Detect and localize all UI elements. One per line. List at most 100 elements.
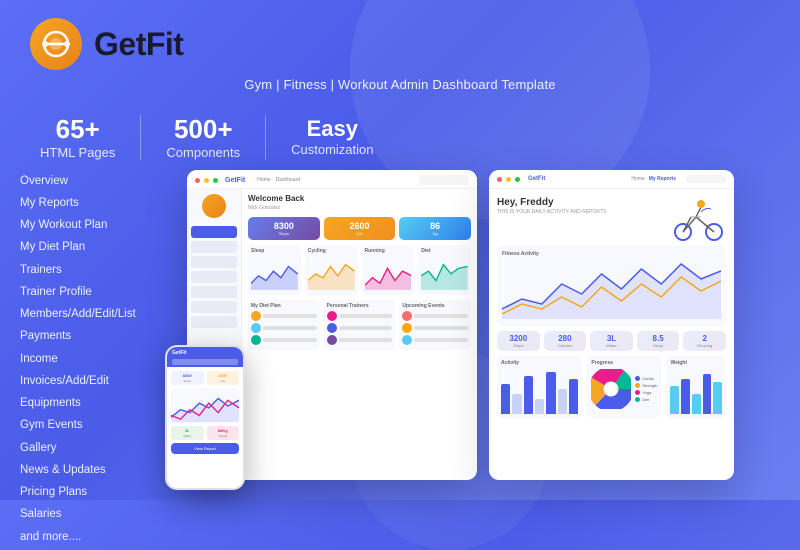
mobile-chart-svg bbox=[171, 388, 239, 423]
mockup-sidebar-item-5 bbox=[191, 301, 237, 313]
nav-pricing-plans[interactable]: Pricing Plans bbox=[20, 482, 175, 504]
diet-avatar-2 bbox=[251, 323, 261, 333]
mobile-mockup: GetFit 8300Steps 2600Cal 3LWater 86KgWei… bbox=[165, 345, 245, 490]
quick-stat-calories-lbl: Calories bbox=[548, 343, 583, 348]
trainer-avatar-1 bbox=[327, 311, 337, 321]
trainer-text-1 bbox=[339, 314, 393, 318]
mockup-main-content: Welcome Back Nick Gonzalez 8300 Steps 26… bbox=[242, 189, 477, 477]
nav-gallery[interactable]: Gallery bbox=[20, 437, 175, 459]
bar-4 bbox=[535, 399, 544, 414]
nav-more[interactable]: and more.... bbox=[20, 526, 175, 548]
dashboard-mockup-right: GetFit Home My Reports Hey, Freddy THIS … bbox=[489, 170, 734, 480]
event-text-1 bbox=[414, 314, 468, 318]
right-nav: Home My Reports bbox=[631, 176, 676, 182]
big-line-svg bbox=[502, 259, 721, 319]
diet-text-1 bbox=[263, 314, 317, 318]
window-maximize-dot bbox=[213, 178, 218, 183]
nav-workout-plan[interactable]: My Workout Plan bbox=[20, 215, 175, 237]
quick-stat-sleep: 8.5 Sleep bbox=[637, 331, 680, 351]
weight-bar-2 bbox=[681, 379, 690, 414]
pie-container: Cardio Strength Yoga bbox=[591, 369, 657, 409]
window-close-dot bbox=[195, 178, 200, 183]
nav-diet-plan[interactable]: My Diet Plan bbox=[20, 237, 175, 259]
quick-stat-sleep-num: 8.5 bbox=[641, 334, 676, 343]
weight-bar-5 bbox=[713, 382, 722, 414]
mockup-table-trainer-row-3 bbox=[327, 335, 393, 345]
nav-trainer-profile[interactable]: Trainer Profile bbox=[20, 281, 175, 303]
weight-bar-1 bbox=[670, 386, 679, 414]
mockup-stat-lbl-3: Kg bbox=[433, 231, 438, 236]
nav-trainers[interactable]: Trainers bbox=[20, 259, 175, 281]
nav-payments[interactable]: Payments bbox=[20, 326, 175, 348]
mobile-chart bbox=[171, 388, 239, 423]
mockup-search bbox=[419, 175, 469, 185]
mockup-table-trainers: Personal Trainers bbox=[324, 300, 396, 350]
right-search bbox=[686, 175, 726, 183]
mockup-table-trainers-title: Personal Trainers bbox=[327, 303, 393, 309]
right-greeting: Hey, Freddy bbox=[497, 197, 606, 208]
weight-bar-4 bbox=[703, 374, 712, 414]
nav-equipments[interactable]: Equipments bbox=[20, 393, 175, 415]
nav-news-updates[interactable]: News & Updates bbox=[20, 459, 175, 481]
mockup-logo: GetFit bbox=[225, 177, 245, 184]
nav-salaries[interactable]: Salaries bbox=[20, 504, 175, 526]
quick-stat-running-num: 2 bbox=[687, 334, 722, 343]
mockup-nav-dashboard: Dashboard bbox=[276, 177, 300, 183]
mockup-table-trainer-row-2 bbox=[327, 323, 393, 333]
mobile-stat-1: 8300Steps bbox=[171, 371, 204, 385]
right-nav-home: Home bbox=[631, 176, 644, 182]
nav-income[interactable]: Income bbox=[20, 348, 175, 370]
big-line-chart: Fitness Activity bbox=[497, 246, 726, 326]
mobile-nav-bar bbox=[172, 359, 238, 365]
diet-text-3 bbox=[263, 338, 317, 342]
mockup-table-diet: My Diet Plan bbox=[248, 300, 320, 350]
mockup-stat-lbl-1: Steps bbox=[279, 231, 289, 236]
event-text-3 bbox=[414, 338, 468, 342]
mockup-chart-cycling: Cycling bbox=[305, 245, 358, 295]
pages-label: HTML Pages bbox=[40, 145, 115, 160]
right-greeting-block: Hey, Freddy THIS IS YOUR DAILY ACTIVITY … bbox=[497, 197, 606, 221]
mockup-table-diet-row-2 bbox=[251, 323, 317, 333]
mockup-table-trainer-row-1 bbox=[327, 311, 393, 321]
trainer-text-3 bbox=[339, 338, 393, 342]
nav-members[interactable]: Members/Add/Edit/List bbox=[20, 304, 175, 326]
window-minimize-dot bbox=[204, 178, 209, 183]
mockup-chart-cycling-title: Cycling bbox=[308, 248, 355, 254]
mockup-stat-num-1: 8300 bbox=[274, 221, 294, 231]
right-mockup-body: Hey, Freddy THIS IS YOUR DAILY ACTIVITY … bbox=[489, 189, 734, 477]
quick-stat-sleep-lbl: Sleep bbox=[641, 343, 676, 348]
mockup-sidebar-active bbox=[191, 226, 237, 238]
trainer-avatar-3 bbox=[327, 335, 337, 345]
right-date: THIS IS YOUR DAILY ACTIVITY AND REPORTS bbox=[497, 209, 606, 215]
quick-stat-calories-num: 280 bbox=[548, 334, 583, 343]
quick-stat-water: 3L Water bbox=[590, 331, 633, 351]
mockup-table-diet-title: My Diet Plan bbox=[251, 303, 317, 309]
right-nav-reports: My Reports bbox=[649, 176, 676, 182]
mockup-nav: Home Dashboard bbox=[257, 177, 300, 183]
mockup-avatar bbox=[202, 194, 226, 218]
diet-text-2 bbox=[263, 326, 317, 330]
bar-5 bbox=[546, 372, 555, 414]
pages-number: 65+ bbox=[40, 114, 115, 145]
legend-label-2: Strength bbox=[642, 383, 657, 388]
legend-dot-1 bbox=[635, 376, 640, 381]
mockup-stats-row: 8300 Steps 2600 Cal 86 Kg bbox=[248, 217, 471, 240]
nav-gym-events[interactable]: Gym Events bbox=[20, 415, 175, 437]
nav-my-reports[interactable]: My Reports bbox=[20, 192, 175, 214]
mockup-table-diet-row-1 bbox=[251, 311, 317, 321]
quick-stat-running: 2 Running bbox=[683, 331, 726, 351]
legend-dot-3 bbox=[635, 390, 640, 395]
diet-chart-svg bbox=[421, 256, 468, 291]
progress-pie-svg bbox=[591, 369, 631, 409]
nav-overview[interactable]: Overview bbox=[20, 170, 175, 192]
mockup-sidebar-item-3 bbox=[191, 271, 237, 283]
mockup-stat-lbl-2: Cal bbox=[357, 231, 363, 236]
legend-label-4: Diet bbox=[642, 397, 649, 402]
quick-stat-steps-lbl: Steps bbox=[501, 343, 536, 348]
bar-6 bbox=[558, 389, 567, 414]
mobile-view-btn[interactable]: View Report bbox=[171, 443, 239, 454]
progress-chart: Progress Car bbox=[587, 356, 661, 418]
nav-invoices[interactable]: Invoices/Add/Edit bbox=[20, 370, 175, 392]
weight-chart-title: Weight bbox=[670, 360, 722, 366]
weight-bar-3 bbox=[692, 394, 701, 414]
